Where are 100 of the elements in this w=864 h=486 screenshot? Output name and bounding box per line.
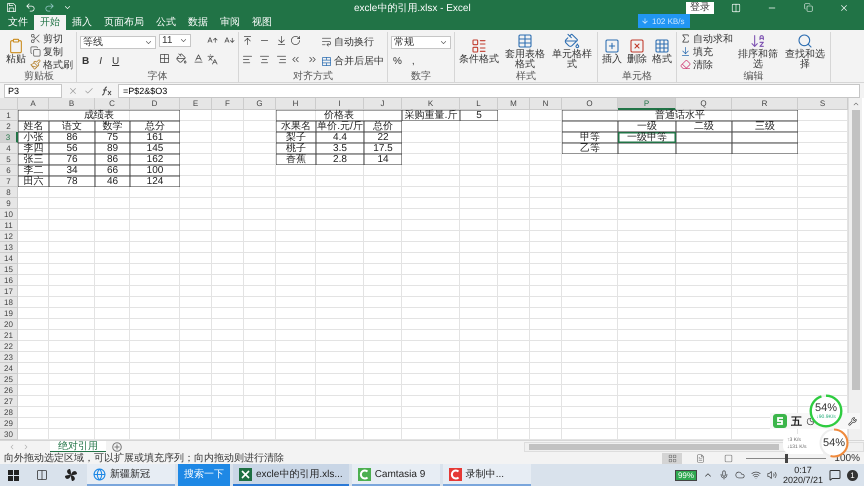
row-header[interactable]: 17 — [0, 286, 18, 297]
ribbon-button[interactable]: 格式 — [651, 37, 673, 66]
paint-bucket-icon — [564, 33, 580, 49]
column-header[interactable]: G — [244, 98, 276, 110]
row-header[interactable]: 6 — [0, 165, 18, 176]
column-header[interactable]: H — [276, 98, 316, 110]
name-box[interactable]: P3 — [4, 84, 62, 98]
ribbon-button[interactable]: 剪切 — [30, 32, 63, 45]
formula-field[interactable]: =P$2&$O3 — [118, 84, 860, 98]
column-header[interactable]: L — [460, 98, 498, 110]
ribbon-button[interactable]: 自动换行 — [321, 35, 374, 48]
row-header[interactable]: 7 — [0, 176, 18, 187]
menu-tab[interactable]: 开始 — [34, 15, 66, 30]
row-header[interactable]: 4 — [0, 143, 18, 154]
column-header[interactable]: K — [402, 98, 460, 110]
taskbar-item[interactable]: 搜索一下 — [178, 464, 230, 486]
row-header[interactable]: 22 — [0, 341, 18, 352]
row-header[interactable]: 12 — [0, 231, 18, 242]
row-header[interactable]: 26 — [0, 385, 18, 396]
column-header[interactable]: Q — [676, 98, 732, 110]
menu-tab[interactable]: 数据 — [182, 15, 214, 30]
taskbar-item[interactable]: Camtasia 9 — [352, 464, 440, 486]
row-header[interactable]: 9 — [0, 198, 18, 209]
ribbon-button[interactable]: 条件格式 — [458, 37, 500, 66]
ribbon-button[interactable]: 排序和筛选 — [736, 32, 780, 71]
row-header[interactable]: 27 — [0, 396, 18, 407]
sheet-tab[interactable]: 绝对引用 — [50, 440, 106, 452]
column-header[interactable]: R — [732, 98, 798, 110]
notification-icon[interactable] — [829, 469, 841, 481]
taskbar-item[interactable]: 新疆新冠 — [87, 464, 175, 486]
sign-in-button[interactable]: 登录 — [686, 2, 714, 14]
column-header[interactable]: C — [95, 98, 130, 110]
column-header[interactable]: P — [618, 98, 676, 110]
row-header[interactable]: 21 — [0, 330, 18, 341]
table-cell: 三级 — [732, 121, 798, 132]
dropdown[interactable]: 11 — [159, 34, 191, 47]
format-button[interactable]: B — [80, 56, 92, 68]
column-header[interactable]: B — [49, 98, 95, 110]
row-header[interactable]: 19 — [0, 308, 18, 319]
row-header[interactable]: 28 — [0, 407, 18, 418]
row-header[interactable]: 30 — [0, 429, 18, 440]
row-header[interactable]: 5 — [0, 154, 18, 165]
row-header[interactable]: 8 — [0, 187, 18, 198]
row-header[interactable]: 2 — [0, 121, 18, 132]
ribbon-button[interactable]: 单元格样式 — [550, 32, 594, 71]
menu-tab[interactable]: 公式 — [150, 15, 182, 30]
menu-tab[interactable]: 页面布局 — [98, 15, 150, 30]
ribbon-button[interactable]: 复制 — [30, 45, 63, 58]
row-header[interactable]: 1 — [0, 110, 18, 121]
ribbon-button[interactable]: 合并后居中 — [321, 54, 384, 68]
ribbon-button[interactable]: 查找和选择 — [783, 32, 827, 71]
column-header[interactable]: I — [316, 98, 364, 110]
column-header[interactable]: F — [212, 98, 244, 110]
column-header[interactable]: S — [798, 98, 848, 110]
undo-icon — [25, 2, 36, 13]
column-header[interactable]: M — [498, 98, 530, 110]
column-header[interactable]: D — [130, 98, 180, 110]
ribbon-button[interactable]: 填充 — [680, 45, 713, 58]
taskbar-item[interactable]: excle中的引用.xls... — [233, 464, 349, 486]
row-header[interactable]: 29 — [0, 418, 18, 429]
row-header[interactable]: 20 — [0, 319, 18, 330]
view-button[interactable] — [662, 452, 682, 464]
row-header[interactable]: 14 — [0, 253, 18, 264]
column-header[interactable]: O — [562, 98, 618, 110]
row-header[interactable]: 13 — [0, 242, 18, 253]
row-header[interactable]: 25 — [0, 374, 18, 385]
row-header[interactable]: 16 — [0, 275, 18, 286]
format-button[interactable]: , — [410, 56, 417, 68]
vertical-scrollbar[interactable] — [848, 98, 862, 440]
row-header[interactable]: 3 — [0, 132, 18, 143]
menu-tab[interactable]: 视图 — [246, 15, 278, 30]
ribbon-button[interactable]: 自动求和 — [680, 32, 733, 45]
ribbon-button[interactable]: 格式刷 — [30, 58, 73, 71]
menu-tab[interactable]: 文件 — [2, 15, 34, 30]
format-button[interactable]: U — [110, 56, 122, 68]
row-header[interactable]: 10 — [0, 209, 18, 220]
add-sheet-icon[interactable] — [112, 442, 122, 452]
column-header[interactable]: J — [364, 98, 402, 110]
ribbon-button[interactable]: 粘贴 — [5, 37, 27, 66]
dropdown[interactable]: 等线 — [80, 36, 156, 49]
row-header[interactable]: 15 — [0, 264, 18, 275]
row-header[interactable]: 18 — [0, 297, 18, 308]
row-header[interactable]: 24 — [0, 363, 18, 374]
format-button[interactable]: % — [391, 56, 404, 68]
column-header[interactable]: E — [180, 98, 212, 110]
ribbon-button[interactable]: 套用表格格式 — [503, 32, 547, 71]
menu-tab[interactable]: 审阅 — [214, 15, 246, 30]
ribbon-button[interactable]: 清除 — [680, 58, 713, 71]
table-cell: 75 — [95, 132, 130, 143]
dropdown[interactable]: 常规 — [391, 36, 451, 49]
column-header[interactable]: N — [530, 98, 562, 110]
table-cell: 89 — [95, 143, 130, 154]
row-header[interactable]: 11 — [0, 220, 18, 231]
ribbon-button[interactable]: 删除 — [626, 37, 648, 66]
row-header[interactable]: 23 — [0, 352, 18, 363]
menu-tab[interactable]: 插入 — [66, 15, 98, 30]
ribbon-button[interactable]: 插入 — [601, 37, 623, 66]
column-header[interactable]: A — [18, 98, 49, 110]
format-button[interactable]: I — [97, 56, 104, 68]
taskbar-item[interactable]: 录制中... — [442, 464, 531, 486]
